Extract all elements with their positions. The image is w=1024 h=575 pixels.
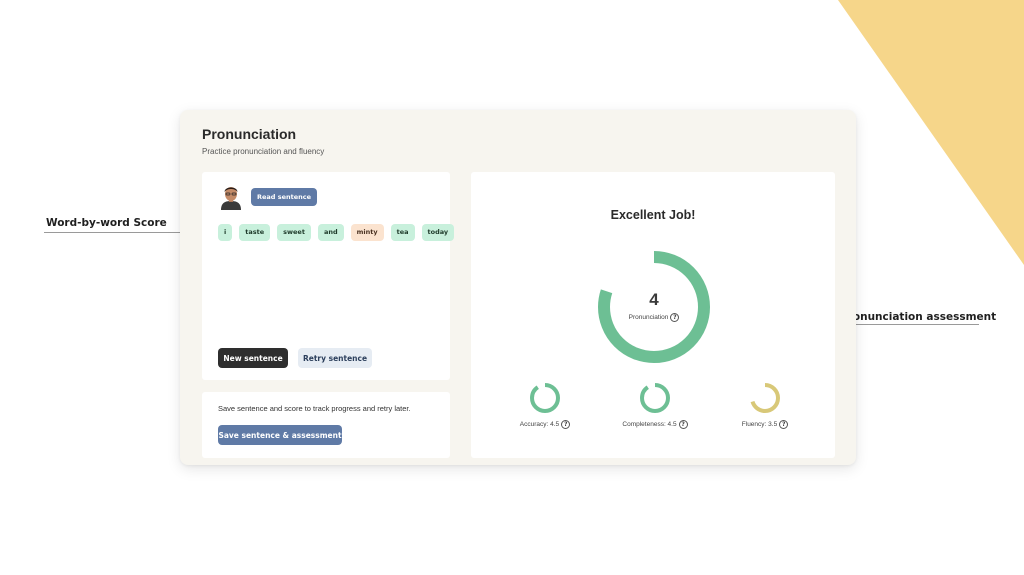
word-chip[interactable]: sweet [277, 224, 311, 241]
metric-accuracy: Accuracy: 4.5? [495, 382, 595, 442]
retry-sentence-button[interactable]: Retry sentence [298, 348, 372, 368]
word-chip[interactable]: tea [390, 224, 415, 241]
new-sentence-button[interactable]: New sentence [218, 348, 288, 368]
fluency-label: Fluency: 3.5 [741, 421, 778, 429]
pronunciation-card: Pronunciation Practice pronunciation and… [180, 110, 856, 465]
avatar [221, 187, 241, 210]
accuracy-ring-arc [530, 383, 560, 413]
help-icon[interactable]: ? [779, 420, 789, 429]
metric-fluency: Fluency: 3.5? [715, 382, 815, 442]
word-chip-list: i taste sweet and minty tea today [218, 224, 455, 241]
card-title: Pronunciation [202, 126, 297, 142]
pronunciation-label: Pronunciation [628, 314, 669, 322]
word-chip[interactable]: minty [350, 224, 384, 241]
completeness-ring [640, 383, 670, 413]
help-icon[interactable]: ? [561, 420, 571, 429]
fluency-ring [750, 383, 780, 413]
help-icon[interactable]: ? [670, 313, 680, 322]
accuracy-label: Accuracy: 4.5 [519, 421, 560, 429]
word-chip[interactable]: today [421, 224, 455, 241]
word-score-panel: Read sentence i taste sweet and minty tea toda… [202, 172, 455, 380]
help-icon[interactable]: ? [678, 420, 688, 429]
save-assessment-button[interactable]: Save sentence & assessment [218, 425, 342, 445]
read-sentence-button[interactable]: Read sentence [251, 188, 318, 206]
word-chip[interactable]: i [218, 224, 233, 241]
completeness-label: Completeness: 4.5 [622, 421, 677, 429]
assessment-headline: Excellent Job! [610, 208, 696, 222]
save-panel: Save sentence and score to track progres… [202, 392, 450, 458]
word-chip[interactable]: and [317, 224, 344, 241]
word-chip[interactable]: taste [239, 224, 271, 241]
completeness-ring-arc [640, 383, 670, 413]
pronunciation-score: 4 [649, 290, 659, 309]
card-subtitle: Practice pronunciation and fluency [202, 147, 325, 156]
assessment-panel: Excellent Job! 4 Pronunciation? Accuracy… [471, 172, 835, 458]
accuracy-ring [530, 383, 560, 413]
save-description: Save sentence and score to track progres… [218, 404, 411, 413]
callout-assessment-label: Pronunciation assessment [840, 311, 997, 323]
callout-word-score-label: Word-by-word Score [46, 217, 167, 229]
metric-completeness: Completeness: 4.5? [605, 382, 705, 442]
fluency-ring-arc [750, 383, 780, 413]
pronunciation-label-row: Pronunciation? [595, 313, 713, 322]
